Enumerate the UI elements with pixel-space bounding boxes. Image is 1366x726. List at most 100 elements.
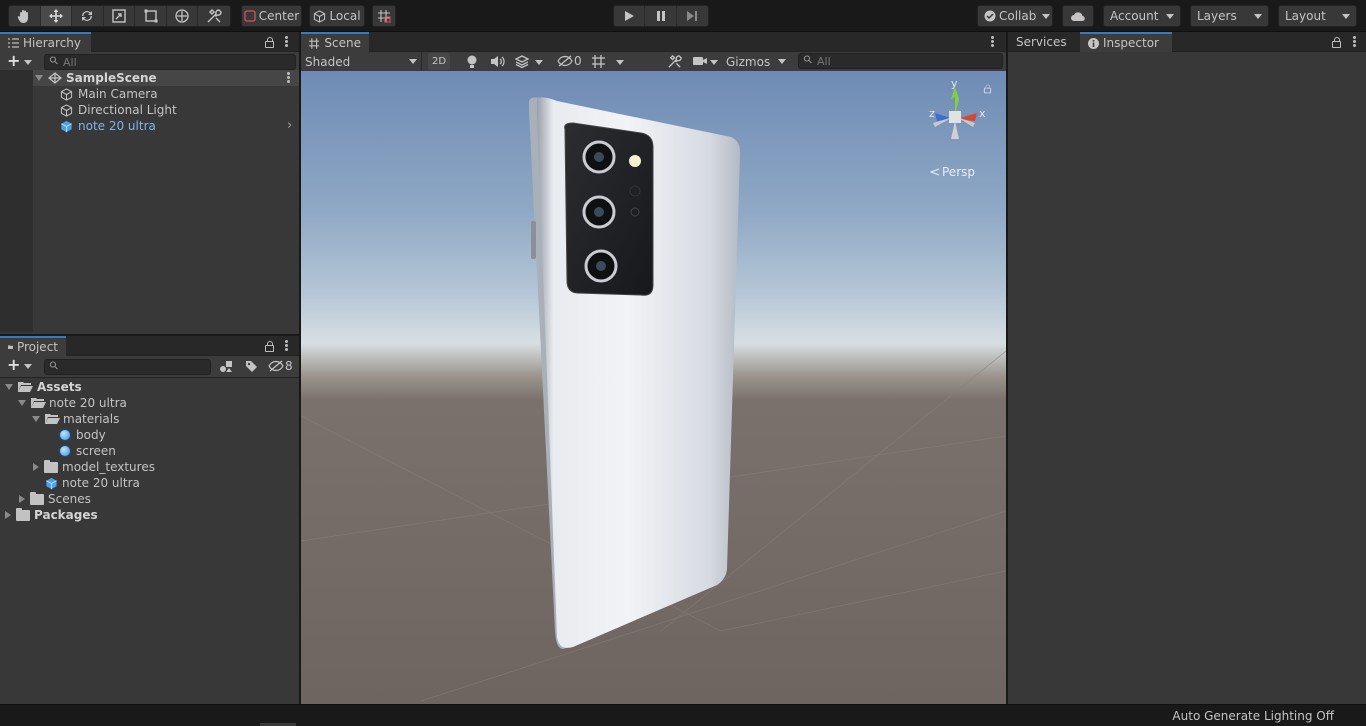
expand-icon[interactable] <box>32 416 40 422</box>
tab-project[interactable]: Project <box>0 336 66 356</box>
gizmos-label: Gizmos <box>726 54 771 69</box>
gizmo-lock-icon[interactable] <box>983 83 992 97</box>
scene-grid-icon <box>309 37 320 49</box>
hierarchy-search-placeholder: All <box>63 55 77 69</box>
hierarchy-list-icon <box>8 38 19 48</box>
grid-snapping-button[interactable] <box>372 5 396 27</box>
project-tree-item[interactable]: model_textures <box>33 459 155 475</box>
collapse-icon[interactable] <box>19 495 25 503</box>
tab-inspector[interactable]: Inspector <box>1080 32 1172 52</box>
project-tree-item[interactable]: Scenes <box>19 491 91 507</box>
lighting-status-text[interactable]: Auto Generate Lighting Off <box>1172 709 1334 723</box>
layers-label: Layers <box>1197 9 1237 23</box>
collab-check-icon <box>984 10 996 22</box>
lock-icon[interactable] <box>265 341 274 355</box>
chevron-down-icon[interactable] <box>616 60 624 65</box>
lock-icon[interactable] <box>265 37 274 51</box>
search-by-label-icon[interactable] <box>245 360 258 373</box>
search-by-type-icon[interactable] <box>219 360 233 373</box>
move-tool-icon[interactable] <box>40 6 73 26</box>
tab-scene[interactable]: Scene <box>301 32 369 52</box>
material-icon <box>59 429 71 441</box>
collab-dropdown[interactable]: Collab <box>977 5 1053 27</box>
scene-tools-icon[interactable] <box>667 54 682 69</box>
project-tree-label: Assets <box>37 380 82 394</box>
gizmos-dropdown[interactable]: Gizmos <box>722 52 790 71</box>
scene-row[interactable]: SampleScene <box>33 70 299 86</box>
chevron-down-icon[interactable] <box>24 364 32 369</box>
add-icon[interactable]: + <box>7 51 20 70</box>
expand-icon[interactable] <box>35 75 43 81</box>
layers-dropdown[interactable]: Layers <box>1190 5 1269 27</box>
project-tree-item[interactable]: Assets <box>5 379 82 395</box>
2d-toggle-button[interactable]: 2D <box>428 53 450 70</box>
hierarchy-search-input[interactable]: All <box>44 54 296 70</box>
chevron-down-icon <box>778 59 786 64</box>
hierarchy-item[interactable]: Main Camera <box>60 86 158 102</box>
project-tree-item[interactable]: materials <box>32 411 119 427</box>
project-search-input[interactable] <box>44 359 211 375</box>
project-tree-label: materials <box>63 412 120 426</box>
project-tree-label: note 20 ultra <box>49 396 127 410</box>
scene-visibility-toggle[interactable]: 0 <box>557 54 582 68</box>
play-icon[interactable] <box>614 6 646 26</box>
hierarchy-item[interactable]: note 20 ultra › <box>60 118 299 134</box>
expand-icon[interactable] <box>18 400 26 406</box>
cloud-button[interactable] <box>1062 5 1094 27</box>
chevron-down-icon <box>409 59 417 64</box>
collapse-icon[interactable] <box>33 463 39 471</box>
panel-menu-icon[interactable] <box>991 36 994 47</box>
scale-tool-icon[interactable] <box>104 6 136 26</box>
tab-hierarchy[interactable]: Hierarchy <box>0 32 91 52</box>
chevron-down-icon[interactable] <box>710 60 718 65</box>
shading-mode-dropdown[interactable]: Shaded <box>301 52 422 71</box>
project-tree-item[interactable]: screen <box>59 443 116 459</box>
pivot-space-button[interactable]: Local <box>309 5 365 27</box>
grid-visibility-icon[interactable] <box>591 54 606 69</box>
add-icon[interactable]: + <box>7 355 20 374</box>
project-tree-item[interactable]: body <box>59 427 106 443</box>
hidden-packages-toggle[interactable]: 8 <box>268 359 293 373</box>
audio-toggle-icon[interactable] <box>490 55 505 68</box>
chevron-down-icon[interactable] <box>535 60 543 65</box>
scene-viewport[interactable]: y x z Persp <box>301 71 1006 704</box>
account-dropdown[interactable]: Account <box>1103 5 1181 27</box>
chevron-down-icon[interactable] <box>24 60 32 65</box>
panel-menu-icon[interactable] <box>285 340 288 351</box>
hand-tool-icon[interactable] <box>9 6 41 26</box>
panel-menu-icon[interactable] <box>285 36 288 47</box>
scene-search-input[interactable]: All <box>798 53 1003 69</box>
tab-services[interactable]: Services <box>1008 32 1080 52</box>
chevron-down-icon <box>1342 13 1350 19</box>
hierarchy-item[interactable]: Directional Light <box>60 102 177 118</box>
gameobject-icon <box>60 103 73 117</box>
eye-hidden-icon <box>268 360 284 372</box>
hierarchy-gutter <box>0 70 33 332</box>
panel-menu-icon[interactable] <box>1353 36 1356 47</box>
pause-icon[interactable] <box>645 6 677 26</box>
effects-toggle-icon[interactable] <box>515 55 530 68</box>
chevron-right-icon[interactable]: › <box>287 118 292 133</box>
rect-tool-icon[interactable] <box>135 6 167 26</box>
project-tree-item[interactable]: note 20 ultra <box>18 395 127 411</box>
expand-icon[interactable] <box>5 384 13 390</box>
pivot-center-button[interactable]: Center <box>241 5 302 27</box>
transform-tool-icon[interactable] <box>167 6 199 26</box>
scene-menu-icon[interactable] <box>287 72 290 83</box>
collapse-icon[interactable] <box>5 511 11 519</box>
projection-toggle[interactable]: Persp <box>930 165 975 179</box>
custom-tools-icon[interactable] <box>198 6 230 26</box>
step-icon[interactable] <box>677 6 708 26</box>
rotate-tool-icon[interactable] <box>72 6 104 26</box>
orientation-gizmo[interactable]: y x z Persp <box>919 77 999 185</box>
project-tree-item[interactable]: Packages <box>5 507 98 523</box>
lighting-toggle-icon[interactable] <box>466 55 478 69</box>
layout-dropdown[interactable]: Layout <box>1278 5 1357 27</box>
chevron-down-icon <box>1254 13 1262 19</box>
eye-hidden-icon <box>557 55 573 67</box>
inspector-tab-label: Inspector <box>1103 36 1159 50</box>
project-tree-item[interactable]: note 20 ultra <box>45 475 140 491</box>
project-tab-label: Project <box>16 340 58 354</box>
camera-icon[interactable] <box>692 55 708 67</box>
lock-icon[interactable] <box>1332 37 1341 51</box>
